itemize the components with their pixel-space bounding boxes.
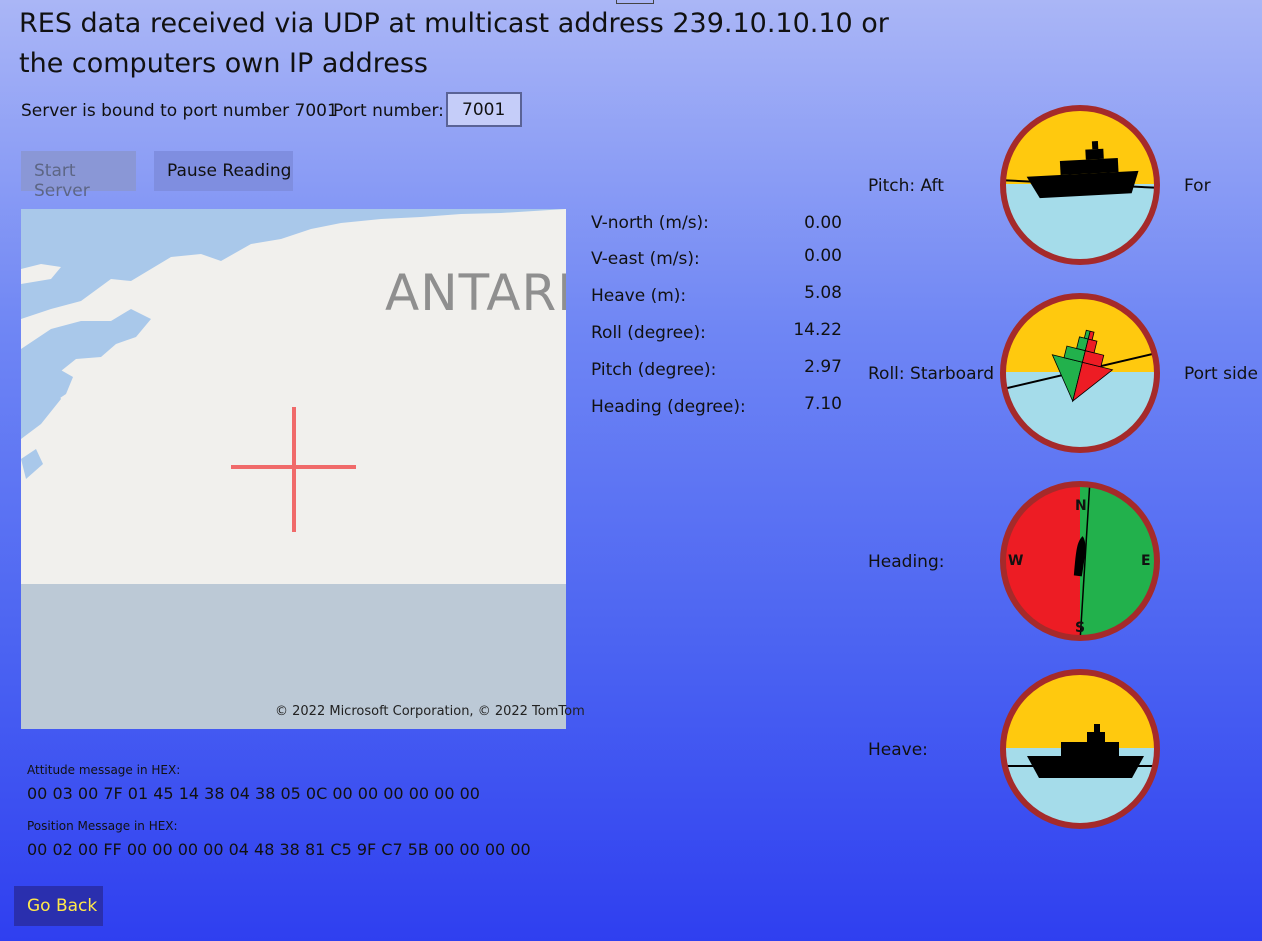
title-line-2: the computers own IP address [19,48,428,79]
reading-label: V-north (m/s): [591,213,709,233]
roll-gauge-right-label: Port side [1184,364,1258,384]
roll-gauge-label: Roll: Starboard [868,364,994,384]
crosshair-vertical [292,407,296,532]
reading-value: 0.00 [804,246,842,266]
pitch-gauge-label: Pitch: Aft [868,176,944,196]
compass-east-label: E [1141,553,1151,569]
compass-north-label: N [1075,498,1087,514]
reading-value: 7.10 [804,394,842,414]
reading-label: V-east (m/s): [591,249,700,269]
attitude-hex-value: 00 03 00 7F 01 45 14 38 04 38 05 0C 00 0… [27,784,480,803]
compass-south-label: S [1075,620,1085,636]
reading-value: 14.22 [793,320,842,340]
start-server-button[interactable]: Start Server [21,151,136,201]
position-hex-label: Position Message in HEX: [27,819,178,833]
map-copyright: © 2022 Microsoft Corporation, © 2022 Tom… [275,704,585,719]
heave-gauge-label: Heave: [868,740,928,760]
pause-reading-button[interactable]: Pause Reading [154,151,293,191]
reading-label: Roll (degree): [591,323,706,343]
pitch-gauge [1000,105,1160,265]
server-status: Server is bound to port number 7001 [21,101,338,121]
page-title: RES data received via UDP at multicast a… [19,4,889,84]
position-hex-value: 00 02 00 FF 00 00 00 00 04 48 38 81 C5 9… [27,840,531,859]
window-handle [616,0,654,4]
reading-value: 2.97 [804,357,842,377]
heading-gauge-label: Heading: [868,552,945,572]
map-region-label: ANTARK [385,264,566,322]
reading-value: 5.08 [804,283,842,303]
heave-gauge [1000,669,1160,829]
reading-label: Heave (m): [591,286,687,306]
attitude-hex-label: Attitude message in HEX: [27,763,181,777]
pitch-gauge-right-label: For [1184,176,1211,196]
port-label: Port number: [333,101,444,121]
roll-gauge [1000,293,1160,453]
reading-label: Pitch (degree): [591,360,717,380]
compass-west-label: W [1008,553,1023,569]
go-back-button[interactable]: Go Back [14,886,103,926]
port-number-input[interactable]: 7001 [446,92,522,127]
heading-gauge: N E S W [1000,481,1160,641]
reading-label: Heading (degree): [591,397,746,417]
reading-value: 0.00 [804,213,842,233]
title-line-1: RES data received via UDP at multicast a… [19,8,889,39]
